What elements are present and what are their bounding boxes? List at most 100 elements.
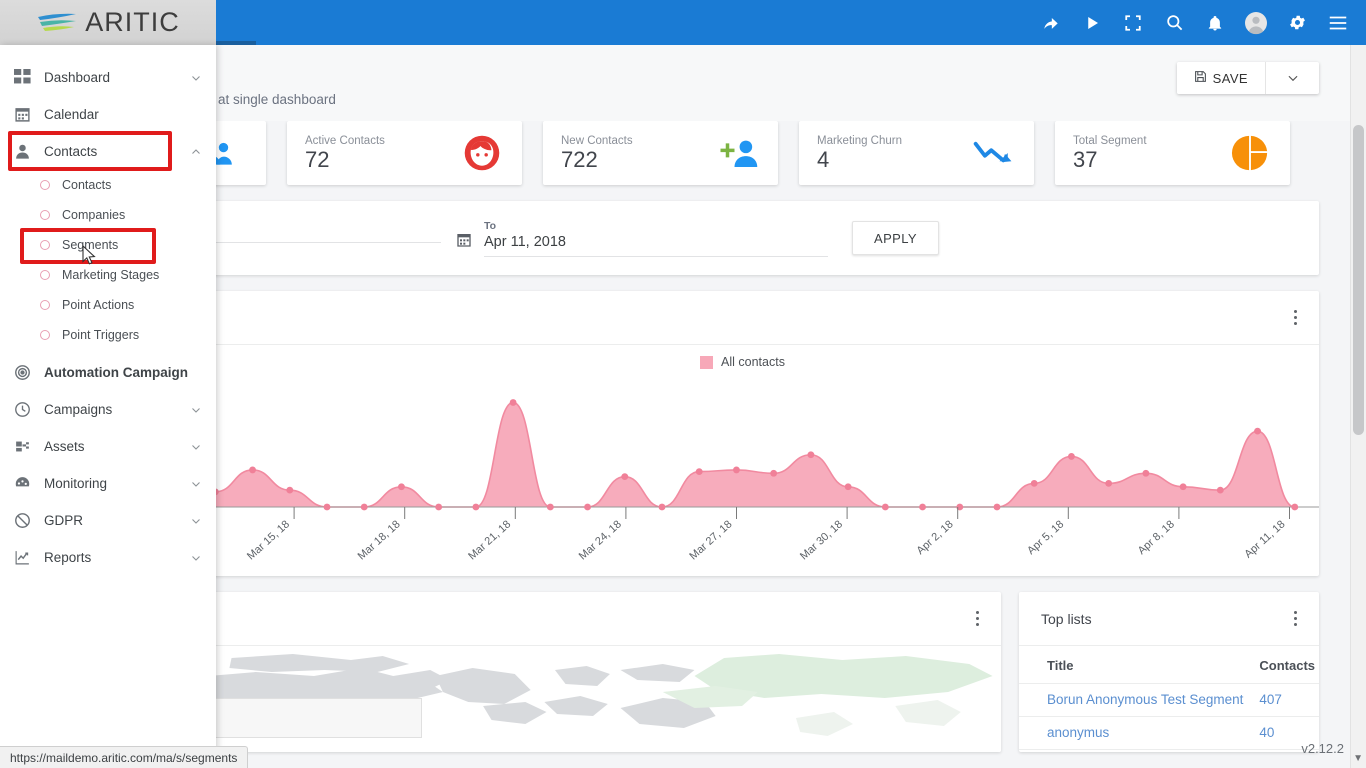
app-root: ARITIC es at single dashboard SAVE: [0, 0, 1366, 768]
apply-button[interactable]: APPLY: [852, 221, 939, 255]
sidebar-item-gdpr[interactable]: GDPR: [0, 502, 216, 539]
scroll-down-arrow-icon[interactable]: ▼: [1353, 753, 1363, 764]
date-from-field[interactable]: [216, 234, 456, 243]
sidebar-item-label: Calendar: [44, 107, 99, 122]
sidebar-item-campaigns[interactable]: Campaigns: [0, 391, 216, 428]
chevron-down-icon[interactable]: [190, 72, 202, 84]
share-icon[interactable]: [1039, 11, 1063, 35]
gdpr-block-icon: [14, 512, 44, 529]
campaigns-clock-icon: [14, 401, 44, 418]
date-from-value: [216, 236, 441, 243]
map-panel-header: [216, 592, 1001, 646]
kpi-value: 4: [817, 147, 830, 172]
page-scrollbar[interactable]: ▼: [1350, 45, 1366, 768]
kpi-label: New Contacts: [561, 135, 633, 147]
segment-title-link[interactable]: anonymus: [1019, 716, 1260, 751]
brand-logo[interactable]: ARITIC: [0, 0, 216, 45]
gear-icon[interactable]: [1285, 11, 1309, 35]
sidebar-item-contacts[interactable]: Contacts: [0, 133, 216, 170]
search-icon[interactable]: [1162, 11, 1186, 35]
chevron-down-icon[interactable]: [190, 515, 202, 527]
chevron-down-icon[interactable]: [190, 552, 202, 564]
chevron-down-icon[interactable]: [190, 441, 202, 453]
contacts-chart-panel: All contacts Mar 15, 18 Mar 18, 18 Mar 21,…: [216, 291, 1319, 576]
kpi-value: 722: [561, 147, 598, 172]
sidebar-subitem-label: Contacts: [62, 178, 112, 192]
left-sidebar-nav: Dashboard Calendar Contacts Contacts Com…: [0, 45, 216, 768]
bullet-circle-icon: [40, 270, 50, 280]
sidebar-subitem-point-actions[interactable]: Point Actions: [0, 290, 216, 320]
reports-chart-icon: [14, 549, 44, 566]
assets-icon: [14, 438, 44, 455]
date-to-field[interactable]: To Apr 11, 2018: [456, 220, 828, 257]
menu-icon[interactable]: [1326, 11, 1350, 35]
sidebar-item-label: Monitoring: [44, 476, 108, 491]
sidebar-subitem-label: Point Triggers: [62, 328, 140, 342]
segment-contacts-count: 407: [1259, 683, 1319, 718]
sidebar-subitem-label: Marketing Stages: [62, 268, 160, 282]
kpi-card-new-contacts[interactable]: New Contacts 722: [543, 121, 778, 185]
kpi-value: 37: [1073, 147, 1098, 172]
sidebar-subitem-marketing-stages[interactable]: Marketing Stages: [0, 260, 216, 290]
mouse-cursor: [82, 245, 96, 265]
scrollbar-thumb[interactable]: [1353, 125, 1364, 435]
world-map-panel: ents: [216, 592, 1001, 752]
chevron-down-icon[interactable]: [190, 404, 202, 416]
sidebar-subitem-label: Companies: [62, 208, 126, 222]
sidebar-subitem-contacts[interactable]: Contacts: [0, 170, 216, 200]
people-blue-icon: [216, 131, 238, 175]
face-red-icon: [460, 131, 504, 175]
sidebar-subitem-label: Point Actions: [62, 298, 135, 312]
top-lists-header: Top lists: [1019, 592, 1319, 646]
bullet-circle-icon: [40, 180, 50, 190]
kpi-label: Active Contacts: [305, 135, 385, 147]
table-row[interactable]: anonymus 40: [1019, 716, 1319, 751]
kebab-menu-icon[interactable]: [970, 607, 985, 630]
column-header-contacts: Contacts: [1259, 646, 1319, 684]
top-lists-title: Top lists: [1041, 610, 1092, 627]
kpi-card-total-contacts[interactable]: [216, 121, 266, 185]
sidebar-subitem-segments[interactable]: Segments: [0, 230, 216, 260]
bullet-circle-icon: [40, 240, 50, 250]
sidebar-subitem-companies[interactable]: Companies: [0, 200, 216, 230]
save-button[interactable]: SAVE: [1176, 62, 1265, 94]
main-content: es at single dashboard SAVE: [216, 45, 1358, 768]
save-options-chevron-down-icon[interactable]: [1265, 62, 1319, 94]
sidebar-item-label: Campaigns: [44, 402, 113, 417]
sidebar-item-automation-campaign[interactable]: Automation Campaign: [0, 354, 216, 391]
save-button-group: SAVE: [1176, 62, 1319, 94]
kebab-menu-icon[interactable]: [1288, 607, 1303, 630]
app-version-label: v2.12.2: [1301, 741, 1344, 756]
notifications-icon[interactable]: [1203, 11, 1227, 35]
kebab-menu-icon[interactable]: [1288, 306, 1303, 329]
trend-down-blue-icon: [972, 131, 1016, 175]
dashboard-icon: [14, 69, 44, 86]
sidebar-item-calendar[interactable]: Calendar: [0, 96, 216, 133]
sidebar-item-monitoring[interactable]: Monitoring: [0, 465, 216, 502]
kpi-card-marketing-churn[interactable]: Marketing Churn 4: [799, 121, 1034, 185]
floppy-disk-icon: [1194, 70, 1207, 86]
chevron-up-icon[interactable]: [190, 146, 202, 158]
brand-name: ARITIC: [85, 7, 180, 37]
avatar[interactable]: [1244, 11, 1268, 35]
kpi-card-total-segment[interactable]: Total Segment 37: [1055, 121, 1290, 185]
kpi-card-active-contacts[interactable]: Active Contacts 72: [287, 121, 522, 185]
table-header-row: Title Contacts: [1019, 646, 1319, 684]
fullscreen-icon[interactable]: [1121, 11, 1145, 35]
sidebar-item-assets[interactable]: Assets: [0, 428, 216, 465]
automation-icon: [14, 364, 44, 381]
bottom-panels-row: ents Top lists Title Contacts: [216, 592, 1319, 752]
kpi-value: 72: [305, 147, 330, 172]
table-row[interactable]: Borun Anonymous Test Segment 407: [1019, 683, 1319, 718]
calendar-icon: [456, 232, 472, 257]
sidebar-item-dashboard[interactable]: Dashboard: [0, 59, 216, 96]
chart-panel-header: [216, 291, 1319, 345]
sidebar-item-label: Reports: [44, 550, 92, 565]
chevron-down-icon[interactable]: [190, 478, 202, 490]
play-icon[interactable]: [1080, 11, 1104, 35]
sidebar-item-reports[interactable]: Reports: [0, 539, 216, 576]
segment-title-link[interactable]: Borun Anonymous Test Segment: [1019, 683, 1260, 718]
chart-body: All contacts Mar 15, 18 Mar 18, 18 Mar 21,…: [216, 345, 1319, 575]
date-to-value: Apr 11, 2018: [484, 234, 828, 257]
sidebar-subitem-point-triggers[interactable]: Point Triggers: [0, 320, 216, 350]
